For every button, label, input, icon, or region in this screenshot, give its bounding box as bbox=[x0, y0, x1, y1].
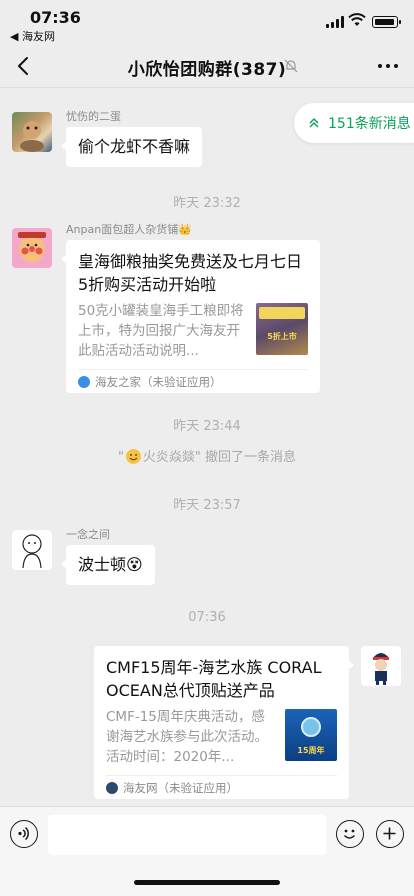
recall-quote: " bbox=[117, 450, 124, 465]
link-card[interactable]: CMF15周年-海艺水族 CORAL OCEAN总代顶贴送产品 CMF-15周年… bbox=[94, 646, 354, 799]
cellular-signal-icon bbox=[326, 16, 344, 28]
card-source-label: 海友之家（未验证应用） bbox=[95, 374, 222, 389]
message-bubble[interactable]: 波士顿😵 bbox=[61, 545, 155, 585]
sender-name: Anpan面包超人杂货铺👑 bbox=[66, 223, 192, 236]
link-card[interactable]: 皇海御粮抽奖免费送及七月七日5折购买活动开始啦 50克小罐装皇海手工粮即将上市，… bbox=[61, 240, 320, 393]
recall-text: 撤回了一条消息 bbox=[200, 450, 297, 465]
more-options-icon[interactable] bbox=[376, 58, 400, 74]
new-messages-label: 151条新消息 bbox=[328, 116, 411, 132]
card-title: 皇海御粮抽奖免费送及七月七日5折购买活动开始啦 bbox=[78, 252, 303, 294]
card-description: 50克小罐装皇海手工粮即将上市，特为回报广大海友开此贴活动活动说明... bbox=[78, 303, 244, 359]
recall-notice: " 火炎焱燚" 撤回了一条消息 bbox=[0, 446, 414, 465]
wifi-icon bbox=[348, 13, 366, 26]
timestamp: 昨天 23:44 bbox=[173, 419, 241, 434]
card-title: CMF15周年-海艺水族 CORAL OCEAN总代顶贴送产品 bbox=[106, 658, 322, 700]
thumbnail-text: 15周年 bbox=[297, 746, 325, 755]
avatar[interactable] bbox=[12, 228, 52, 268]
sender-name: 一念之间 bbox=[66, 528, 110, 541]
avatar[interactable] bbox=[12, 112, 52, 152]
mute-bell-icon bbox=[284, 59, 298, 73]
avatar[interactable] bbox=[12, 530, 52, 570]
thumbnail-text: 5折上市 bbox=[267, 332, 297, 341]
app-source-icon bbox=[106, 781, 118, 794]
message-input[interactable] bbox=[48, 815, 326, 855]
status-bar: 07:36 ◀ 海友网 bbox=[0, 0, 414, 44]
card-thumbnail: 5折上市 bbox=[256, 303, 308, 355]
card-source-label: 海友网（未验证应用） bbox=[123, 780, 238, 795]
timestamp: 07:36 bbox=[188, 610, 226, 625]
emoji-icon[interactable] bbox=[336, 820, 364, 848]
timestamp: 昨天 23:57 bbox=[173, 498, 241, 513]
plus-icon[interactable] bbox=[376, 820, 404, 848]
card-source: 海友之家（未验证应用） bbox=[78, 369, 308, 393]
back-to-app-link[interactable]: ◀ 海友网 bbox=[10, 28, 55, 44]
card-source: 海友网（未验证应用） bbox=[106, 775, 337, 799]
home-indicator bbox=[134, 880, 280, 885]
avatar[interactable] bbox=[361, 646, 401, 686]
app-source-icon bbox=[78, 375, 90, 388]
timestamp: 昨天 23:32 bbox=[173, 196, 241, 211]
chat-title: 小欣怡团购群(387) bbox=[127, 60, 287, 80]
card-thumbnail: 15周年 bbox=[285, 709, 337, 761]
battery-icon bbox=[372, 16, 401, 28]
new-messages-button[interactable]: 151条新消息 bbox=[294, 103, 414, 143]
status-time: 07:36 bbox=[30, 8, 81, 27]
voice-input-icon[interactable] bbox=[10, 820, 38, 848]
grinning-face-icon bbox=[125, 449, 141, 464]
recall-user: 火炎焱燚" bbox=[142, 450, 201, 465]
message-bubble[interactable]: 偷个龙虾不香嘛 bbox=[60, 127, 203, 167]
message-list[interactable]: 忧伤的二蛋 偷个龙虾不香嘛 昨天 23:32 Anpan面包超人杂货铺👑 皇海御… bbox=[0, 89, 414, 805]
card-description: CMF-15周年庆典活动，感谢海艺水族参与此次活动。活动时间：2020年... bbox=[106, 709, 268, 765]
sender-name: 忧伤的二蛋 bbox=[66, 110, 121, 123]
chat-header: 小欣怡团购群(387) bbox=[0, 44, 414, 88]
double-chevron-up-icon bbox=[309, 118, 319, 128]
